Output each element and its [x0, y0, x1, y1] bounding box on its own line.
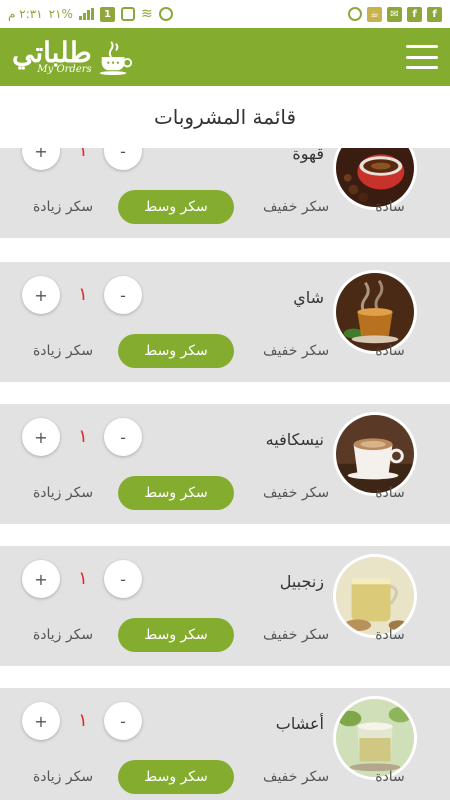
coffee-cup-icon [99, 41, 132, 76]
menu-icon [406, 45, 438, 48]
alarm-icon [158, 7, 173, 21]
decrease-button[interactable]: - [104, 560, 142, 598]
sugar-option-plain[interactable]: سادة [360, 618, 420, 652]
status-notification-icons: ☕ ✉ f f [348, 6, 442, 22]
facebook-icon: f [407, 6, 422, 22]
facebook-icon: f [427, 6, 442, 22]
logo-text: طلباتي [12, 36, 92, 69]
quantity-value: ١ [78, 568, 88, 589]
sugar-options: سادة سكر خفيف سكر وسط سكر زيادة [0, 760, 450, 794]
sugar-option-medium[interactable]: سكر وسط [118, 190, 234, 224]
mail-icon: ✉ [387, 6, 402, 22]
status-time: ٢:٣١ م [8, 7, 43, 21]
sugar-options: سادة سكر خفيف سكر وسط سكر زيادة [0, 334, 450, 368]
decrease-button[interactable]: - [104, 702, 142, 740]
sugar-options: سادة سكر خفيف سكر وسط سكر زيادة [0, 190, 450, 224]
sugar-options: سادة سكر خفيف سكر وسط سكر زيادة [0, 476, 450, 510]
app-icon: ☕ [367, 6, 382, 22]
drink-card-ginger: زنجبيل - ١ + سادة سكر خفيف سكر وسط سكر ز… [0, 546, 450, 666]
sugar-option-extra[interactable]: سكر زيادة [26, 334, 100, 368]
quantity-value: ١ [78, 426, 88, 447]
sugar-option-extra[interactable]: سكر زيادة [26, 190, 100, 224]
page-header: قائمة المشروبات [0, 86, 450, 148]
increase-button[interactable]: + [22, 560, 60, 598]
sugar-option-light[interactable]: سكر خفيف [254, 334, 338, 368]
increase-button[interactable]: + [22, 148, 60, 170]
decrease-button[interactable]: - [104, 276, 142, 314]
sugar-option-plain[interactable]: سادة [360, 334, 420, 368]
drink-card-coffee: قهوة - ١ + سادة سكر خفيف سكر وسط سكر زيا… [0, 148, 450, 238]
sim-icon: 1 [99, 6, 115, 22]
decrease-button[interactable]: - [104, 418, 142, 456]
sugar-option-extra[interactable]: سكر زيادة [26, 618, 100, 652]
battery-percent: ٢١% [48, 7, 73, 21]
sugar-option-medium[interactable]: سكر وسط [118, 618, 234, 652]
decrease-button[interactable]: - [104, 148, 142, 170]
sugar-option-extra[interactable]: سكر زيادة [26, 476, 100, 510]
increase-button[interactable]: + [22, 702, 60, 740]
signal-icon [78, 8, 94, 20]
sugar-option-light[interactable]: سكر خفيف [254, 190, 338, 224]
drink-name: قهوة [292, 148, 324, 163]
sugar-option-light[interactable]: سكر خفيف [254, 618, 338, 652]
sugar-option-plain[interactable]: سادة [360, 190, 420, 224]
drink-name: أعشاب [275, 714, 324, 733]
drinks-list[interactable]: قهوة - ١ + سادة سكر خفيف سكر وسط سكر زيا… [0, 148, 450, 800]
menu-button[interactable] [406, 45, 438, 69]
sugar-option-light[interactable]: سكر خفيف [254, 760, 338, 794]
quantity-value: ١ [78, 710, 88, 731]
increase-button[interactable]: + [22, 276, 60, 314]
status-bar: ٢:٣١ م ٢١% 1 ≋ ☕ ✉ f f [0, 0, 450, 28]
drink-name: شاي [293, 288, 324, 307]
app-logo: طلباتي My Orders [12, 38, 134, 76]
page-title: قائمة المشروبات [153, 105, 297, 129]
drink-name: زنجبيل [279, 572, 324, 591]
sugar-option-medium[interactable]: سكر وسط [118, 476, 234, 510]
sugar-options: سادة سكر خفيف سكر وسط سكر زيادة [0, 618, 450, 652]
drink-card-herbs: أعشاب - ١ + سادة سكر خفيف سكر وسط سكر زي… [0, 688, 450, 800]
sugar-option-light[interactable]: سكر خفيف [254, 476, 338, 510]
battery-icon [120, 7, 135, 21]
sugar-option-plain[interactable]: سادة [360, 476, 420, 510]
sugar-option-extra[interactable]: سكر زيادة [26, 760, 100, 794]
status-system-icons: ٢:٣١ م ٢١% 1 ≋ [8, 6, 173, 22]
whatsapp-icon [348, 7, 362, 21]
quantity-value: ١ [78, 148, 88, 161]
quantity-value: ١ [78, 284, 88, 305]
sugar-option-medium[interactable]: سكر وسط [118, 760, 234, 794]
app-bar: طلباتي My Orders [0, 28, 450, 86]
wifi-icon: ≋ [140, 6, 153, 22]
drink-card-nescafe: نيسكافيه - ١ + سادة سكر خفيف سكر وسط سكر… [0, 404, 450, 524]
drink-name: نيسكافيه [265, 430, 324, 449]
drink-card-tea: شاي - ١ + سادة سكر خفيف سكر وسط سكر زياد… [0, 262, 450, 382]
sugar-option-plain[interactable]: سادة [360, 760, 420, 794]
increase-button[interactable]: + [22, 418, 60, 456]
sugar-option-medium[interactable]: سكر وسط [118, 334, 234, 368]
logo-subtitle: My Orders [37, 64, 92, 75]
